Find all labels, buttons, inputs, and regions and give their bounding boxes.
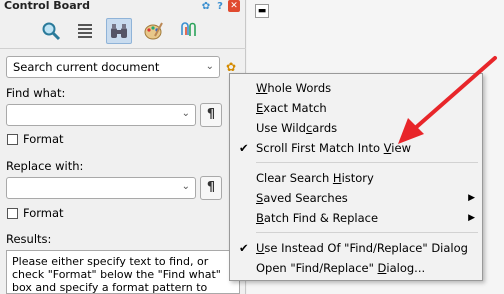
app-window: Control Board ✿ ? ✕ Search current docum… xyxy=(0,0,504,294)
annotation-arrow-icon xyxy=(398,56,497,144)
